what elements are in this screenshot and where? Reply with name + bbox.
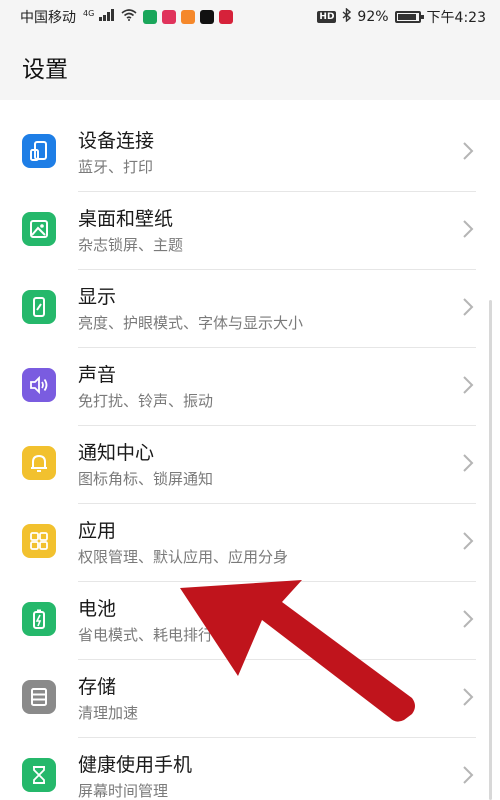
settings-item-title: 电池 bbox=[78, 598, 117, 620]
settings-item-apps-grid[interactable]: 应用 权限管理、默认应用、应用分身 bbox=[0, 504, 500, 582]
settings-item-subtitle: 屏幕时间管理 bbox=[78, 782, 169, 800]
settings-item-texts: 设备连接 蓝牙、打印 bbox=[78, 128, 154, 178]
settings-item-subtitle: 杂志锁屏、主题 bbox=[78, 236, 184, 254]
page-title: 设置 bbox=[22, 57, 68, 83]
settings-item-title: 通知中心 bbox=[78, 442, 155, 464]
page-header: 设置 bbox=[0, 34, 500, 100]
settings-item-title: 应用 bbox=[78, 520, 117, 542]
chevron-right-icon bbox=[463, 454, 474, 472]
status-bar-right: HD 92% 下午4:23 bbox=[317, 7, 486, 27]
signal-icon: 4G bbox=[82, 9, 115, 26]
sound-icon bbox=[22, 368, 56, 402]
settings-item-title: 健康使用手机 bbox=[78, 754, 193, 776]
battery-status-icon bbox=[394, 11, 424, 23]
scrollbar[interactable] bbox=[489, 300, 492, 800]
wallpaper-icon bbox=[22, 212, 56, 246]
chevron-right-icon bbox=[463, 298, 474, 316]
settings-item-sound[interactable]: 声音 免打扰、铃声、振动 bbox=[0, 348, 500, 426]
battery-icon bbox=[22, 602, 56, 636]
settings-item-texts: 应用 权限管理、默认应用、应用分身 bbox=[78, 518, 288, 568]
settings-item-title: 桌面和壁纸 bbox=[78, 208, 174, 230]
wifi-icon bbox=[121, 9, 137, 25]
battery-percent: 92% bbox=[357, 9, 389, 25]
settings-item-subtitle: 权限管理、默认应用、应用分身 bbox=[78, 548, 289, 566]
settings-item-subtitle: 省电模式、耗电排行 bbox=[78, 626, 214, 644]
chevron-right-icon bbox=[463, 376, 474, 394]
chevron-right-icon bbox=[463, 220, 474, 238]
display-icon bbox=[22, 290, 56, 324]
settings-item-title: 存储 bbox=[78, 676, 117, 698]
clock-time: 下午4:23 bbox=[426, 10, 486, 26]
settings-item-texts: 声音 免打扰、铃声、振动 bbox=[78, 362, 213, 412]
settings-item-display[interactable]: 显示 亮度、护眼模式、字体与显示大小 bbox=[0, 270, 500, 348]
gallery-app-icon bbox=[161, 10, 176, 24]
network-type: 4G bbox=[83, 8, 95, 18]
settings-item-subtitle: 清理加速 bbox=[78, 704, 139, 722]
settings-item-battery[interactable]: 电池 省电模式、耗电排行 bbox=[0, 582, 500, 660]
settings-item-subtitle: 免打扰、铃声、振动 bbox=[78, 392, 214, 410]
settings-item-title: 设备连接 bbox=[78, 130, 155, 152]
settings-item-texts: 电池 省电模式、耗电排行 bbox=[78, 596, 213, 646]
hourglass-icon bbox=[22, 758, 56, 792]
chevron-right-icon bbox=[463, 142, 474, 160]
notification-app-icons bbox=[142, 10, 233, 24]
device-connection-icon bbox=[22, 134, 56, 168]
settings-item-texts: 桌面和壁纸 杂志锁屏、主题 bbox=[78, 206, 183, 256]
chevron-right-icon bbox=[463, 688, 474, 706]
settings-item-notification-bell[interactable]: 通知中心 图标角标、锁屏通知 bbox=[0, 426, 500, 504]
video-app-icon bbox=[142, 10, 157, 24]
play-app-icon bbox=[180, 10, 195, 24]
settings-item-device-connection[interactable]: 设备连接 蓝牙、打印 bbox=[0, 114, 500, 192]
settings-list: 设备连接 蓝牙、打印 桌面和壁纸 杂志锁屏、主题 显示 亮度、护眼模式、字体与显… bbox=[0, 114, 500, 800]
settings-item-subtitle: 亮度、护眼模式、字体与显示大小 bbox=[78, 314, 304, 332]
status-bar: 中国移动 4G HD 92% 下午4:23 bbox=[0, 0, 500, 34]
chevron-right-icon bbox=[463, 532, 474, 550]
notification-bell-icon bbox=[22, 446, 56, 480]
hd-icon: HD bbox=[317, 11, 337, 23]
settings-item-texts: 存储 清理加速 bbox=[78, 674, 138, 724]
settings-item-texts: 健康使用手机 屏幕时间管理 bbox=[78, 752, 192, 800]
tiktok-app-icon bbox=[199, 10, 214, 24]
settings-item-texts: 显示 亮度、护眼模式、字体与显示大小 bbox=[78, 284, 303, 334]
settings-item-hourglass[interactable]: 健康使用手机 屏幕时间管理 bbox=[0, 738, 500, 800]
status-bar-left: 中国移动 4G bbox=[20, 7, 317, 27]
settings-item-storage[interactable]: 存储 清理加速 bbox=[0, 660, 500, 738]
chevron-right-icon bbox=[463, 610, 474, 628]
tv-app-icon bbox=[218, 10, 233, 24]
settings-item-title: 声音 bbox=[78, 364, 117, 386]
apps-grid-icon bbox=[22, 524, 56, 558]
storage-icon bbox=[22, 680, 56, 714]
settings-item-subtitle: 图标角标、锁屏通知 bbox=[78, 470, 214, 488]
settings-item-wallpaper[interactable]: 桌面和壁纸 杂志锁屏、主题 bbox=[0, 192, 500, 270]
settings-item-texts: 通知中心 图标角标、锁屏通知 bbox=[78, 440, 213, 490]
settings-item-subtitle: 蓝牙、打印 bbox=[78, 158, 154, 176]
carrier-name: 中国移动 bbox=[20, 10, 76, 26]
settings-item-title: 显示 bbox=[78, 286, 117, 308]
bluetooth-icon bbox=[342, 7, 352, 26]
chevron-right-icon bbox=[463, 766, 474, 784]
